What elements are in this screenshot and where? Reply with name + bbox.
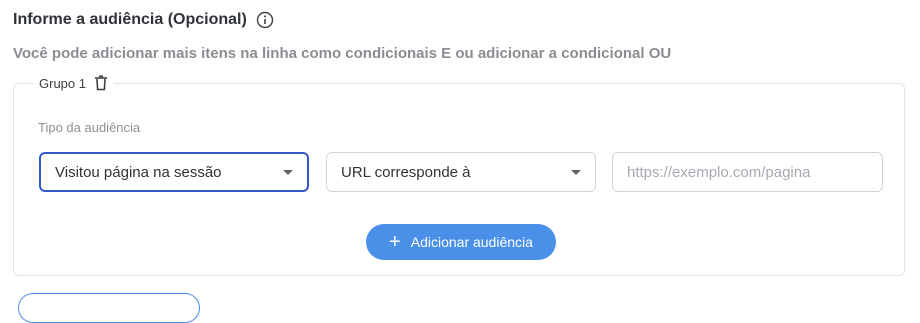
chevron-down-icon bbox=[283, 169, 293, 175]
trash-icon[interactable] bbox=[94, 75, 108, 91]
group-label: Grupo 1 bbox=[39, 75, 86, 91]
plus-icon: + bbox=[389, 231, 401, 253]
chevron-down-icon bbox=[571, 169, 581, 175]
section-header: Informe a audiência (Opcional) bbox=[13, 11, 274, 29]
add-audience-label: Adicionar audiência bbox=[410, 234, 533, 250]
condition-value: URL corresponde à bbox=[341, 163, 471, 181]
group-legend: Grupo 1 bbox=[33, 75, 114, 91]
audience-group: Grupo 1 Tipo da audiência Visitou página… bbox=[13, 75, 905, 276]
section-subtitle: Você pode adicionar mais itens na linha … bbox=[13, 45, 672, 62]
audience-type-select[interactable]: Visitou página na sessão bbox=[39, 152, 309, 192]
audience-type-value: Visitou página na sessão bbox=[55, 163, 222, 181]
add-audience-button[interactable]: + Adicionar audiência bbox=[366, 224, 556, 260]
url-input[interactable] bbox=[612, 152, 883, 192]
info-icon[interactable] bbox=[256, 11, 274, 29]
condition-select[interactable]: URL corresponde à bbox=[326, 152, 596, 192]
section-title: Informe a audiência (Opcional) bbox=[13, 11, 247, 28]
audience-type-label: Tipo da audiência bbox=[38, 120, 141, 135]
